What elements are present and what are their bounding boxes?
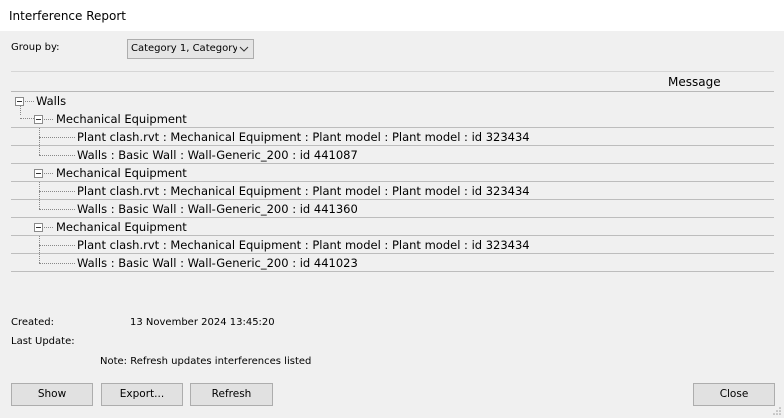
show-button[interactable]: Show xyxy=(11,383,93,406)
resize-grip-icon[interactable] xyxy=(772,406,782,416)
tree-item-label: Plant clash.rvt : Mechanical Equipment :… xyxy=(77,238,530,252)
tree-item[interactable]: Plant clash.rvt : Mechanical Equipment :… xyxy=(11,236,774,254)
column-header: Message xyxy=(11,72,774,92)
tree-node-root[interactable]: Walls xyxy=(11,92,774,110)
tree-item-label: Plant clash.rvt : Mechanical Equipment :… xyxy=(77,130,530,144)
tree-node-label: Mechanical Equipment xyxy=(56,220,187,234)
tree-connector xyxy=(39,155,75,156)
window-title: Interference Report xyxy=(9,9,127,23)
column-header-message[interactable]: Message xyxy=(668,75,721,89)
tree-item[interactable]: Walls : Basic Wall : Wall-Generic_200 : … xyxy=(11,200,774,218)
collapse-icon[interactable] xyxy=(34,223,43,232)
export-button[interactable]: Export... xyxy=(101,383,183,406)
collapse-icon[interactable] xyxy=(34,115,43,124)
tree-connector xyxy=(44,173,53,174)
group-by-label: Group by: xyxy=(11,42,60,53)
refresh-button[interactable]: Refresh xyxy=(190,383,273,406)
tree-item-label: Walls : Basic Wall : Wall-Generic_200 : … xyxy=(77,202,358,216)
tree-node-group[interactable]: Mechanical Equipment xyxy=(11,218,774,236)
tree-connector xyxy=(39,245,75,246)
tree-connector xyxy=(39,137,75,138)
tree-item[interactable]: Plant clash.rvt : Mechanical Equipment :… xyxy=(11,182,774,200)
tree-item-label: Walls : Basic Wall : Wall-Generic_200 : … xyxy=(77,148,358,162)
tree-node-group[interactable]: Mechanical Equipment xyxy=(11,164,774,182)
tree-item[interactable]: Plant clash.rvt : Mechanical Equipment :… xyxy=(11,128,774,146)
tree-node-label: Walls xyxy=(36,94,67,108)
collapse-icon[interactable] xyxy=(34,169,43,178)
refresh-note: Note: Refresh updates interferences list… xyxy=(100,356,312,367)
created-value: 13 November 2024 13:45:20 xyxy=(130,317,275,328)
tree-connector xyxy=(39,191,75,192)
group-by-value: Category 1, Category 2 xyxy=(131,43,237,54)
tree-connector xyxy=(44,119,53,120)
interference-tree[interactable]: Message Walls Mechanical Equipment Plant… xyxy=(11,71,774,295)
tree-connector xyxy=(39,263,75,264)
last-update-label: Last Update: xyxy=(11,336,75,347)
title-bar: Interference Report xyxy=(0,0,784,31)
tree-connector xyxy=(44,227,53,228)
tree-node-label: Mechanical Equipment xyxy=(56,166,187,180)
tree-item[interactable]: Walls : Basic Wall : Wall-Generic_200 : … xyxy=(11,146,774,164)
tree-connector xyxy=(39,209,75,210)
tree-node-group[interactable]: Mechanical Equipment xyxy=(11,110,774,128)
close-button[interactable]: Close xyxy=(693,383,775,406)
tree-item-label: Walls : Basic Wall : Wall-Generic_200 : … xyxy=(77,256,358,270)
tree-node-label: Mechanical Equipment xyxy=(56,112,187,126)
created-label: Created: xyxy=(11,317,54,328)
chevron-down-icon xyxy=(239,46,249,52)
tree-item[interactable]: Walls : Basic Wall : Wall-Generic_200 : … xyxy=(11,254,774,272)
tree-connector xyxy=(25,101,34,102)
tree-item-label: Plant clash.rvt : Mechanical Equipment :… xyxy=(77,184,530,198)
group-by-dropdown[interactable]: Category 1, Category 2 xyxy=(127,39,254,59)
